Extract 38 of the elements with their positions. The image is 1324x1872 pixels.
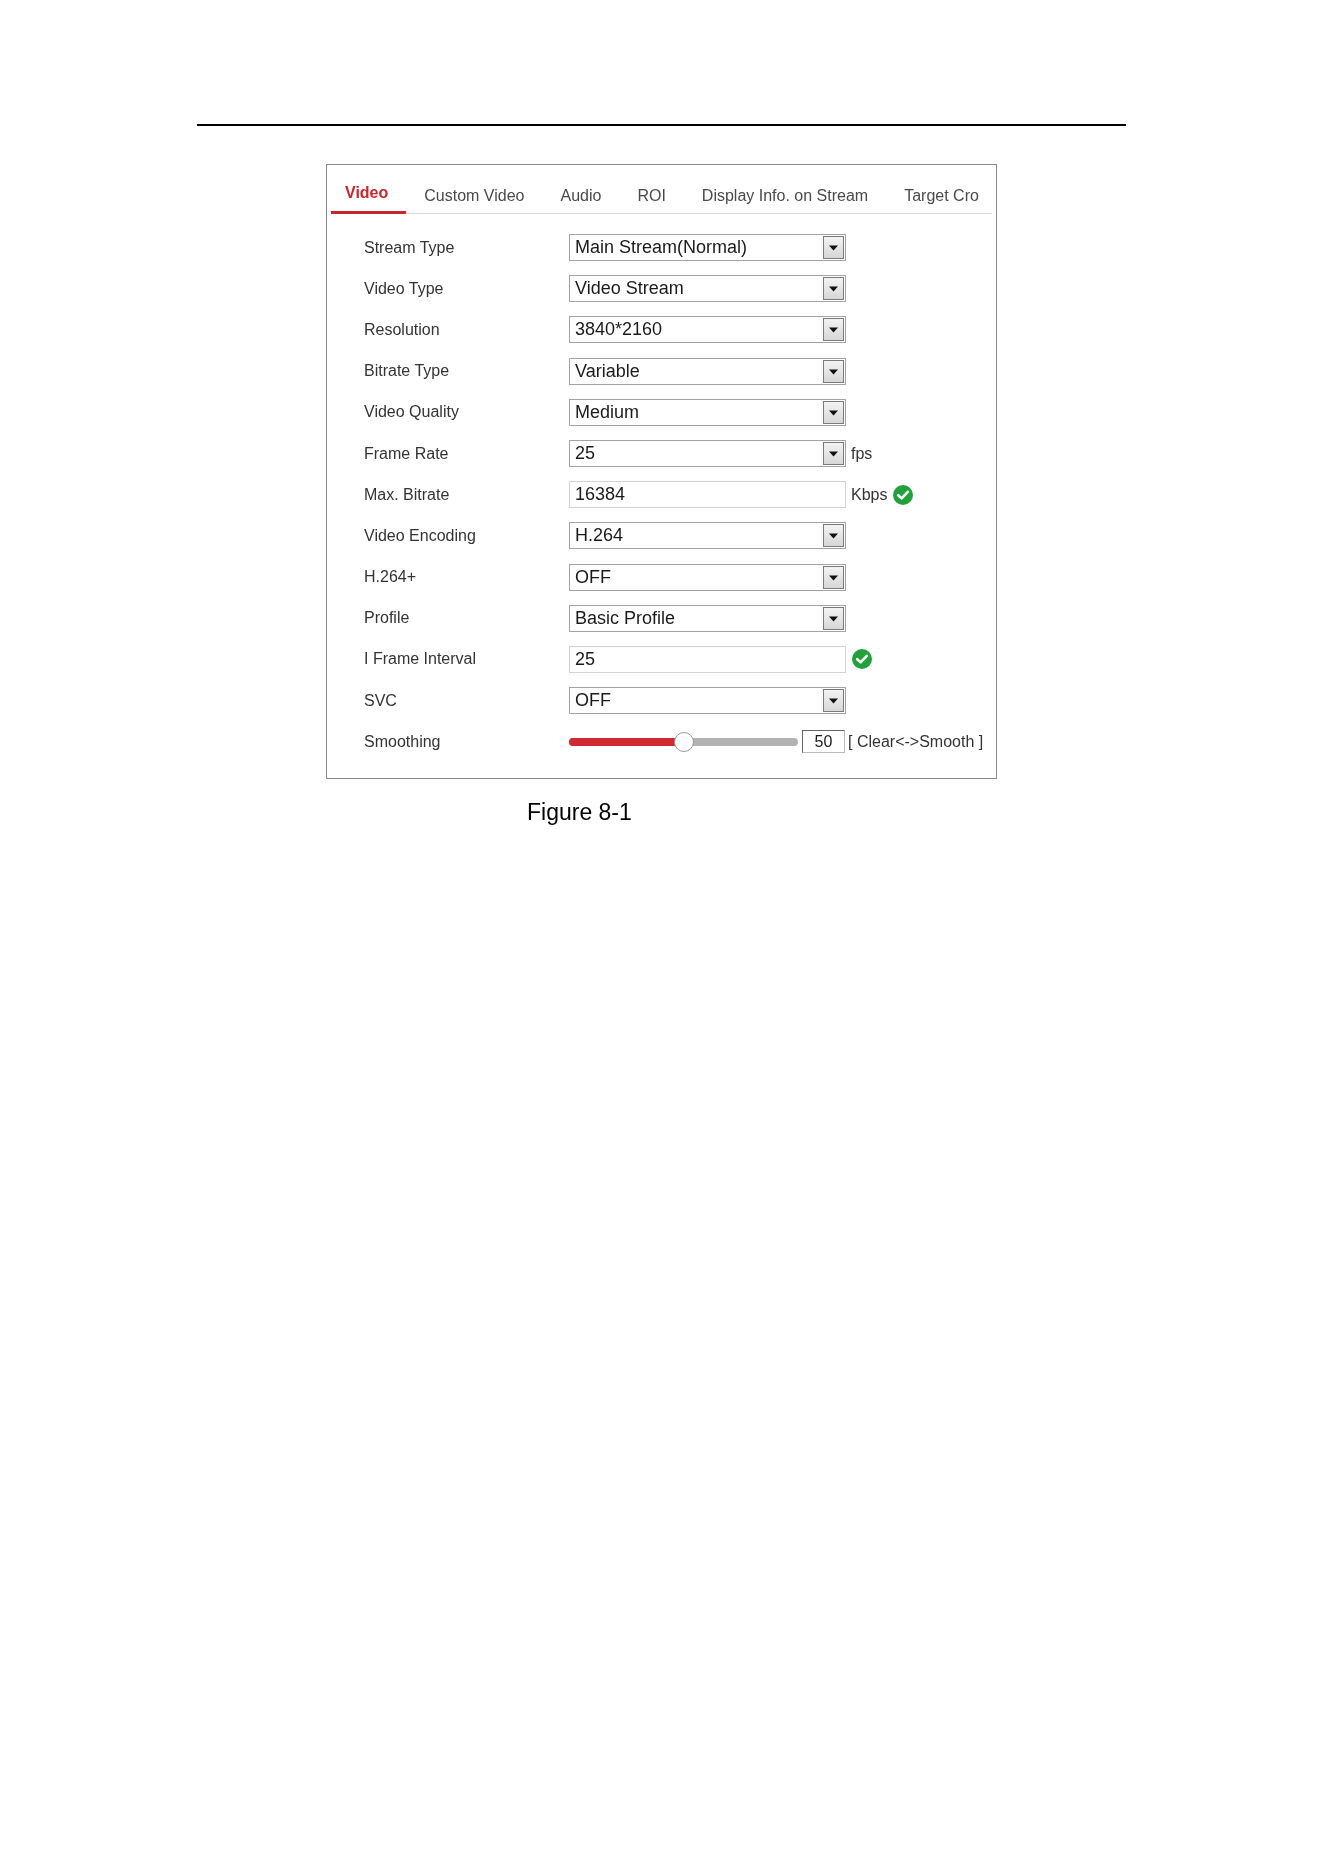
figure-caption: Figure 8-1 (527, 799, 632, 826)
dropdown[interactable]: Basic Profile (569, 604, 846, 632)
dropdown[interactable]: Variable (569, 357, 846, 385)
unit-label: Kbps (851, 485, 888, 504)
field-label: I Frame Interval (364, 650, 478, 669)
field-label: Max. Bitrate (364, 485, 451, 504)
range-hint: [ Clear<->Smooth ] (848, 732, 984, 751)
dropdown[interactable]: Video Stream (569, 275, 846, 303)
field-label: Video Type (364, 279, 445, 298)
dropdown[interactable]: 25 (569, 440, 846, 468)
field-label: Resolution (364, 320, 441, 339)
tab[interactable]: ROI (619, 187, 684, 214)
field-label: Stream Type (364, 238, 456, 257)
input-field[interactable]: 16384 (569, 481, 846, 509)
field-label: Bitrate Type (364, 362, 451, 381)
field-label: Frame Rate (364, 444, 450, 463)
field-label: SVC (364, 691, 398, 710)
field-label: Smoothing (364, 732, 442, 751)
unit-label: fps (851, 444, 873, 463)
slider-thumb[interactable] (673, 731, 694, 752)
tab[interactable]: Display Info. on Stream (683, 187, 887, 214)
dropdown[interactable]: Medium (569, 398, 846, 426)
tab[interactable]: Custom Video (406, 187, 543, 214)
field-label: Video Encoding (364, 526, 477, 545)
slider-track[interactable] (569, 731, 798, 752)
dropdown[interactable]: OFF (569, 563, 846, 591)
field-label: Video Quality (364, 403, 460, 422)
input-field[interactable]: 25 (569, 645, 846, 673)
dropdown[interactable]: OFF (569, 687, 846, 715)
field-label: H.264+ (364, 568, 418, 587)
tab[interactable]: Target Cro (886, 187, 979, 214)
tab[interactable]: Audio (542, 187, 620, 214)
tab[interactable]: Video (331, 184, 407, 214)
dropdown[interactable]: H.264 (569, 522, 846, 550)
value-field[interactable]: 50 (802, 730, 845, 754)
dropdown[interactable]: 3840*2160 (569, 316, 846, 344)
field-label: Profile (364, 609, 411, 628)
dropdown[interactable]: Main Stream(Normal) (569, 234, 846, 262)
